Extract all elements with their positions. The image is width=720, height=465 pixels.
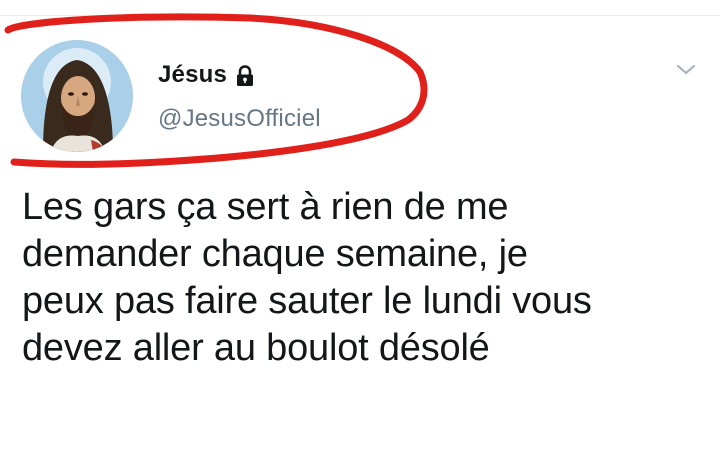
tweet-text-line: Les gars ça sert à rien de me — [22, 186, 509, 228]
user-handle[interactable]: @JesusOfficiel — [158, 105, 321, 133]
lock-icon — [235, 64, 255, 87]
jesus-portrait-icon — [21, 40, 133, 152]
tweet-text: Les gars ça sert à rien de me demander c… — [22, 184, 702, 372]
tweet-card: Jésus @JesusOfficiel Les gars ça sert à … — [0, 0, 720, 465]
avatar[interactable] — [21, 40, 133, 152]
user-name-row[interactable]: Jésus — [158, 61, 255, 89]
chevron-down-icon[interactable] — [675, 62, 697, 78]
tweet-text-line: demander chaque semaine, je — [22, 233, 528, 275]
tweet-text-line: peux pas faire sauter le lundi vous — [22, 280, 592, 322]
tweet-text-line: devez aller au boulot désolé — [22, 327, 490, 369]
display-name[interactable]: Jésus — [158, 61, 227, 89]
